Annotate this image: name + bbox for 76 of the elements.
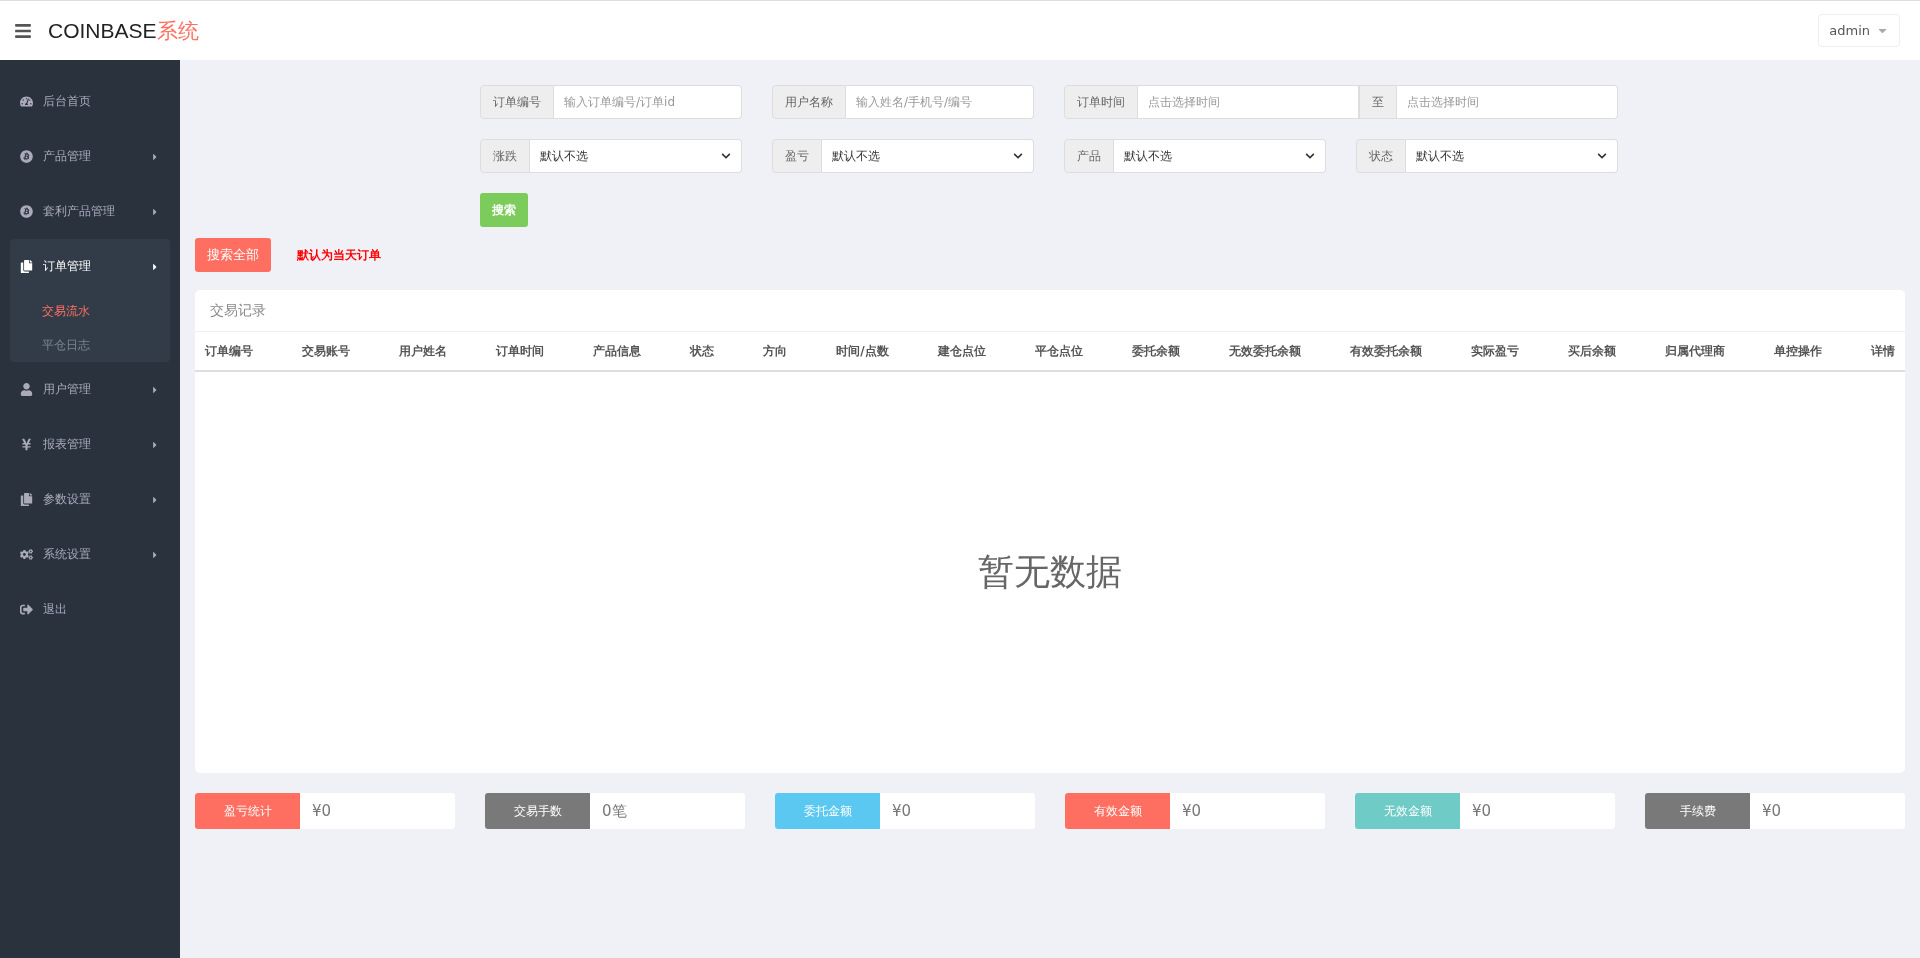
sidebar-item[interactable]: 参数设置 — [10, 472, 170, 527]
input-field[interactable]: 输入订单编号/订单id — [554, 85, 742, 119]
column-header: 订单时间 — [496, 342, 545, 360]
stat-value: 0笔 — [601, 800, 627, 822]
sidebar-item[interactable]: 退出 — [10, 582, 170, 637]
stat-value: ¥0 — [1761, 801, 1782, 822]
column-header: 订单编号 — [205, 342, 253, 360]
sidebar-item[interactable]: 产品管理 — [10, 129, 170, 184]
column-header: 方向 — [763, 342, 788, 360]
stat-label: 无效金额 — [1355, 793, 1460, 829]
gauge-icon — [20, 95, 33, 108]
chevron-icon — [1597, 151, 1607, 161]
input-field[interactable]: 输入姓名/手机号/编号 — [846, 85, 1034, 119]
select-field[interactable]: 默认不选 — [1114, 139, 1326, 173]
field-label: 用户名称 — [772, 85, 846, 119]
column-header: 无效委托余额 — [1228, 342, 1301, 360]
card-title: 交易记录 — [195, 290, 1905, 332]
yen-icon — [20, 438, 33, 451]
stat-value: ¥0 — [1471, 801, 1492, 822]
column-header: 用户姓名 — [399, 342, 448, 360]
field-label: 产品 — [1064, 139, 1114, 173]
stat-label: 交易手数 — [485, 793, 590, 829]
column-header: 实际盈亏 — [1470, 342, 1519, 360]
select-field[interactable]: 默认不选 — [1406, 139, 1618, 173]
field-label: 状态 — [1356, 139, 1406, 173]
user-menu-button[interactable]: admin — [1818, 14, 1900, 47]
column-header: 产品信息 — [593, 342, 642, 360]
field-label: 涨跌 — [480, 139, 530, 173]
sidebar-item[interactable]: 套利产品管理 — [10, 184, 170, 239]
column-header: 交易账号 — [302, 342, 351, 360]
bitcoin-icon — [20, 205, 33, 218]
hint-text: 默认为当天订单 — [297, 246, 381, 264]
field-label: 订单编号 — [480, 85, 554, 119]
select-field[interactable]: 默认不选 — [822, 139, 1034, 173]
menu-icon[interactable] — [14, 21, 32, 40]
column-header: 买后余额 — [1567, 342, 1616, 360]
stat-label: 手续费 — [1645, 793, 1750, 829]
field-label: 订单时间 — [1064, 85, 1138, 119]
brand-logo: COINBASE系统 — [48, 17, 199, 44]
column-header: 状态 — [690, 342, 715, 360]
sidebar-item[interactable]: 订单管理 — [10, 239, 170, 294]
column-header: 单控操作 — [1773, 342, 1822, 360]
sidebar-item[interactable]: 系统设置 — [10, 527, 170, 582]
column-header: 平仓点位 — [1034, 342, 1083, 360]
date-field[interactable]: 点击选择时间 — [1138, 85, 1359, 119]
column-header: 委托余额 — [1131, 342, 1180, 360]
field-label: 盈亏 — [772, 139, 822, 173]
chevron-icon — [1013, 151, 1023, 161]
stat-value: ¥0 — [1181, 801, 1202, 822]
bitcoin-icon — [20, 150, 33, 163]
stat-label: 有效金额 — [1065, 793, 1170, 829]
documents-icon — [20, 260, 33, 273]
chevron-icon — [721, 151, 731, 161]
column-header: 归属代理商 — [1664, 342, 1725, 360]
documents-icon — [20, 493, 33, 506]
sidebar-item[interactable]: 后台首页 — [10, 74, 170, 129]
column-header: 建仓点位 — [937, 342, 986, 360]
stat-value: ¥0 — [311, 801, 332, 822]
sidebar-item[interactable]: 用户管理 — [10, 362, 170, 417]
stat-value: ¥0 — [891, 801, 912, 822]
select-field[interactable]: 默认不选 — [530, 139, 742, 173]
date-field[interactable]: 点击选择时间 — [1397, 85, 1618, 119]
column-header: 时间/点数 — [836, 342, 889, 360]
stat-label: 委托金额 — [775, 793, 880, 829]
column-header: 有效委托余额 — [1349, 342, 1422, 360]
range-separator: 至 — [1359, 85, 1397, 119]
sidebar-item[interactable]: 报表管理 — [10, 417, 170, 472]
chevron-icon — [1305, 151, 1315, 161]
logout-icon — [20, 603, 33, 616]
settings-icon — [20, 548, 33, 561]
stat-label: 盈亏统计 — [195, 793, 300, 829]
user-icon — [20, 383, 33, 396]
sidebar-subitem[interactable]: 交易流水 — [10, 294, 170, 328]
sidebar-subitem[interactable]: 平仓日志 — [10, 328, 170, 362]
column-header: 详情 — [1870, 342, 1895, 360]
empty-message: 暂无数据 — [978, 550, 1122, 594]
